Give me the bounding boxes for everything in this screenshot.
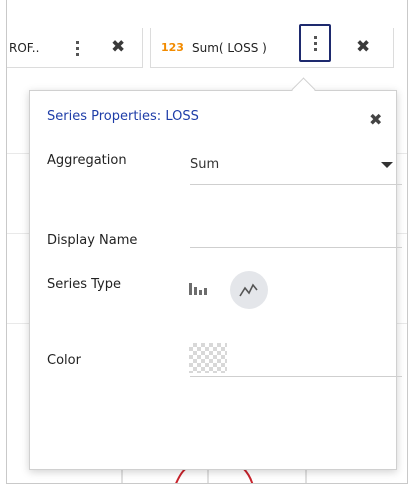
field-chip-label: ROF..	[9, 40, 40, 55]
chart-panel: ROF.. ✖ 123 Sum( LOSS ) ✖ Series Propert…	[6, 0, 408, 484]
field-chip-label: Sum( LOSS )	[191, 40, 267, 55]
field-chip-bar: ROF.. ✖ 123 Sum( LOSS ) ✖	[7, 24, 407, 72]
field-chip-active[interactable]: 123 Sum( LOSS ) ✖	[150, 24, 394, 68]
series-properties-popover: Series Properties: LOSS ✖ Aggregation Su…	[29, 90, 402, 470]
close-icon[interactable]: ✖	[369, 112, 382, 128]
remove-field-icon[interactable]: ✖	[111, 39, 125, 56]
field-chip[interactable]: ROF.. ✖	[7, 28, 143, 68]
aggregation-select-value[interactable]: Sum	[190, 157, 219, 172]
color-underline	[190, 376, 402, 377]
display-name-label: Display Name	[47, 233, 138, 248]
line-chart-icon[interactable]	[230, 271, 268, 309]
remove-field-icon[interactable]: ✖	[356, 39, 370, 56]
numeric-type-badge: 123	[161, 41, 184, 54]
series-type-label: Series Type	[47, 277, 121, 292]
bar-chart-icon[interactable]	[187, 277, 209, 299]
color-label: Color	[47, 353, 81, 368]
popover-title: Series Properties: LOSS	[47, 109, 199, 124]
more-options-icon[interactable]	[63, 33, 91, 63]
display-name-input[interactable]	[190, 247, 402, 248]
aggregation-underline	[190, 184, 402, 185]
more-options-icon[interactable]	[299, 24, 331, 62]
chevron-down-icon[interactable]	[381, 162, 393, 168]
aggregation-label: Aggregation	[47, 153, 127, 168]
color-swatch[interactable]	[189, 343, 227, 373]
